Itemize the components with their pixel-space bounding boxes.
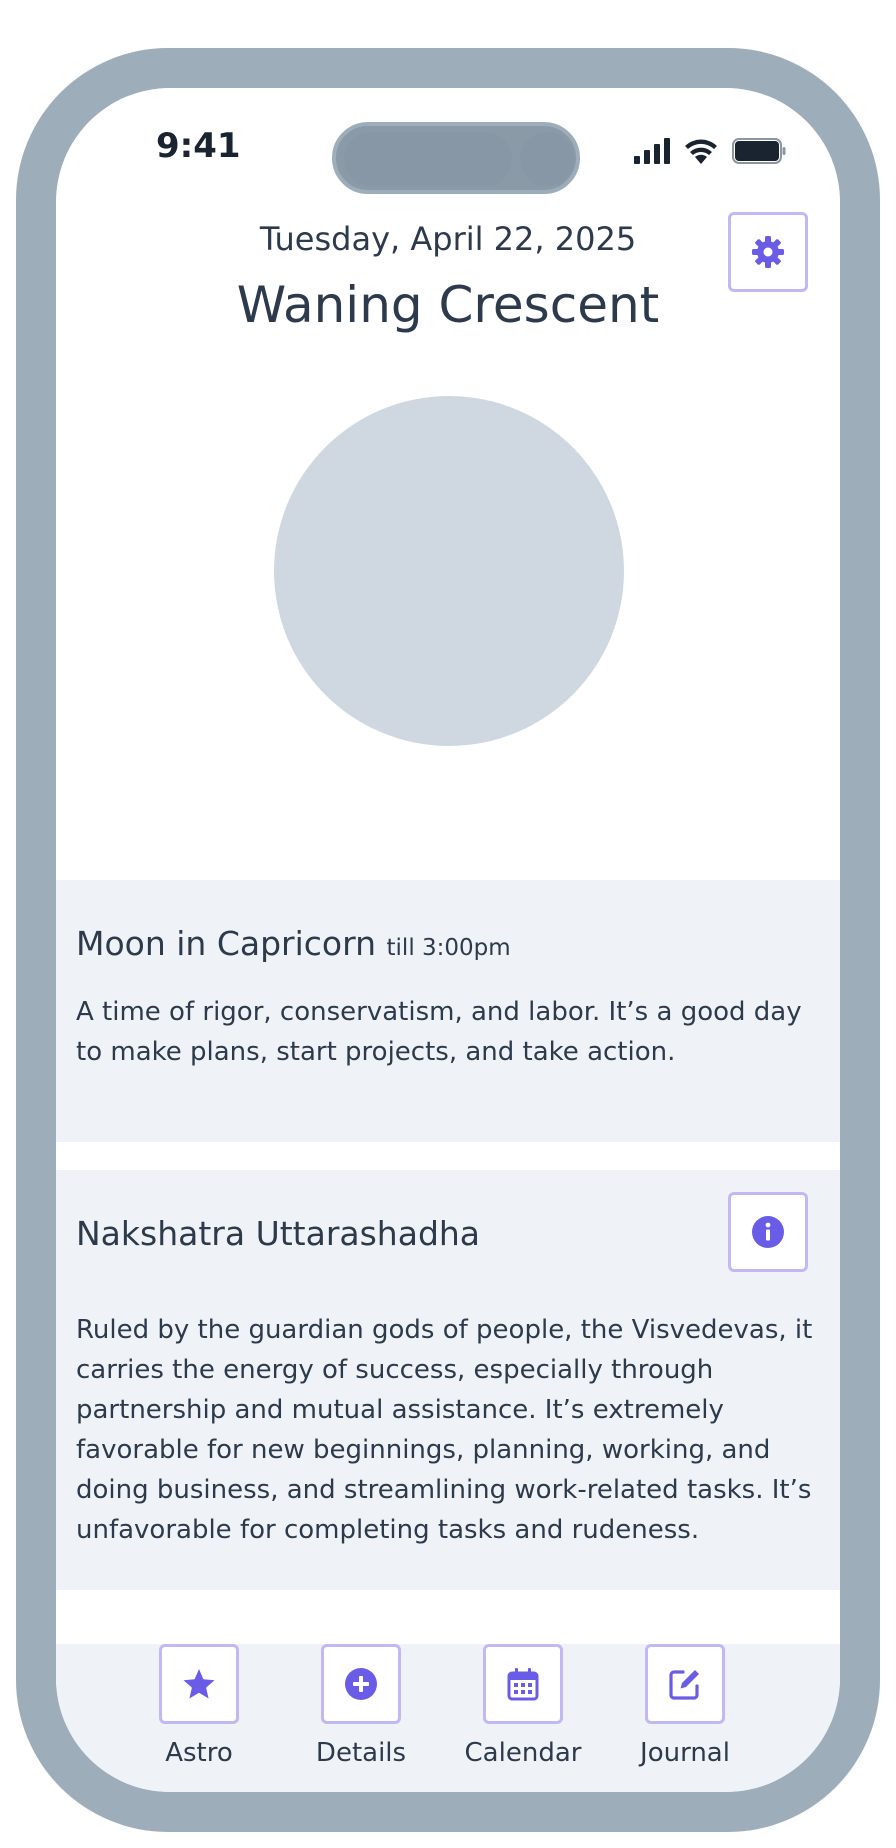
tab-astro[interactable]: Astro (129, 1644, 269, 1768)
tab-journal[interactable]: Journal (615, 1644, 755, 1768)
edit-icon (669, 1670, 699, 1700)
nakshatra-card: Nakshatra Uttarashadha Ruled by the guar… (56, 1170, 840, 1590)
dynamic-island (332, 122, 580, 194)
tab-calendar[interactable]: Calendar (453, 1644, 593, 1768)
moon-phase-title: Waning Crescent (236, 276, 660, 334)
info-icon (752, 1216, 784, 1248)
island-camera (520, 132, 574, 186)
moon-phase-image (274, 396, 624, 746)
settings-button[interactable] (728, 212, 808, 292)
nakshatra-description: Ruled by the guardian gods of people, th… (76, 1315, 813, 1545)
nakshatra-title: Nakshatra Uttarashadha (76, 1214, 481, 1253)
tab-journal-label: Journal (640, 1738, 730, 1768)
star-icon (183, 1669, 215, 1699)
status-icons (634, 136, 786, 166)
tab-details-label: Details (315, 1738, 407, 1768)
battery-icon (732, 138, 786, 164)
wifi-icon (685, 139, 717, 164)
tab-astro-label: Astro (165, 1738, 233, 1768)
moon-sign-card: Moon in Capricorn till 3:00pm A time of … (56, 880, 840, 1142)
tab-calendar-label: Calendar (464, 1738, 582, 1768)
astro-button[interactable] (159, 1644, 239, 1724)
journal-button[interactable] (645, 1644, 725, 1724)
moon-sign-until: till 3:00pm (386, 935, 511, 961)
moon-sign-description: A time of rigor, conservatism, and labor… (76, 997, 802, 1067)
app-screen: 9:41 Tuesday, April 22, 2025 Waning Cres… (56, 88, 840, 1792)
current-date: Tuesday, April 22, 2025 (259, 220, 637, 258)
bottom-tab-bar: Astro Details Calendar Journal (56, 1644, 840, 1792)
island-pill (344, 132, 512, 186)
status-time: 9:41 (156, 126, 241, 166)
moon-sign-title: Moon in Capricorn till 3:00pm (76, 924, 511, 963)
tab-details[interactable]: Details (291, 1644, 431, 1768)
calendar-button[interactable] (483, 1644, 563, 1724)
calendar-icon (507, 1668, 539, 1701)
plus-circle-icon (345, 1668, 377, 1700)
nakshatra-info-button[interactable] (728, 1192, 808, 1272)
details-button[interactable] (321, 1644, 401, 1724)
gear-icon (752, 236, 784, 268)
signal-icon (634, 138, 670, 164)
